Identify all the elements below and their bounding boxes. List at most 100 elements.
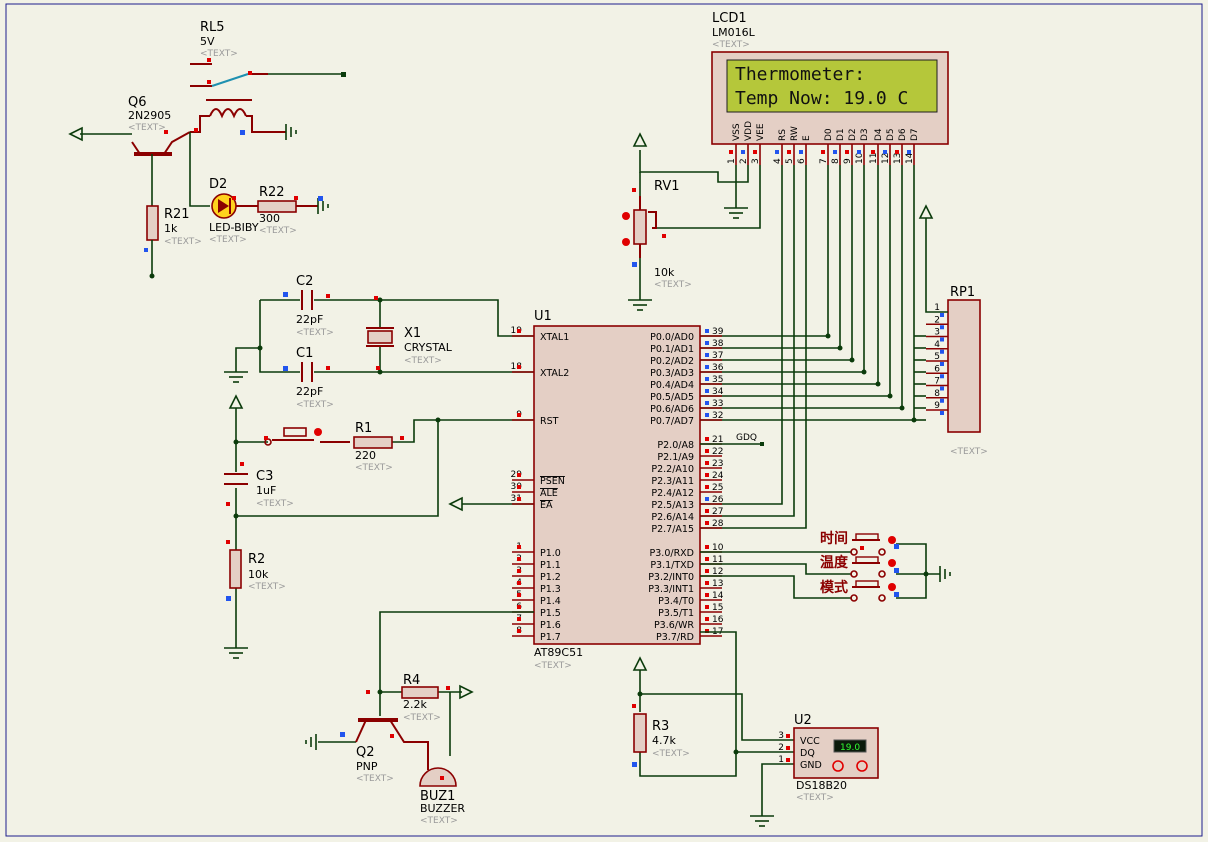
u1-pin-name: P3.3/INT1 <box>648 584 694 595</box>
pin-marker <box>517 545 521 549</box>
pin-marker <box>786 734 790 738</box>
capacitor-c3[interactable]: C3 1uF <TEXT> <box>224 469 294 509</box>
sensor-u2[interactable]: U2 DS18B20 <TEXT> 19.0 VCC 3 DQ 2 GND 1 <box>778 713 879 803</box>
lcd-pin-name: RS <box>778 129 788 141</box>
rp1-pin-number: 6 <box>934 364 940 374</box>
lcd-pin-name: E <box>802 135 812 141</box>
u1-pin-name: EA <box>540 500 553 511</box>
resistor-r4[interactable]: R4 2.2k <TEXT> <box>401 673 441 723</box>
resistor-r3[interactable]: R3 4.7k <TEXT> <box>633 713 690 759</box>
d2-text-tag: <TEXT> <box>209 235 247 245</box>
button-temp-label: 温度 <box>820 554 849 571</box>
resistor-r2[interactable]: R2 10k <TEXT> <box>229 549 286 592</box>
lcd-pin-number: 11 <box>869 153 879 164</box>
u1-pin-name: PSEN <box>540 476 565 487</box>
u1-text-tag: <TEXT> <box>534 661 572 671</box>
r21-text-tag: <TEXT> <box>164 237 202 247</box>
u1-pin-name: P1.3 <box>540 584 561 595</box>
pin-marker <box>786 746 790 750</box>
lcd-pin-name: D7 <box>910 128 920 141</box>
u1-pin-name: P2.1/A9 <box>657 452 694 463</box>
pin-marker <box>705 365 709 369</box>
rp1-pin-number: 3 <box>934 328 940 338</box>
lcd-pin-name: D6 <box>898 128 908 141</box>
rv1-value: 10k <box>654 266 675 279</box>
pin-marker <box>729 150 733 154</box>
lcd-line-2: Temp Now: 19.0 C <box>735 88 908 109</box>
pin-marker <box>940 411 944 415</box>
u1-pin-number: 22 <box>712 447 723 457</box>
pin-marker <box>821 150 825 154</box>
u1-right-pins: 39 P0.0/AD0 38 P0.1/AD1 37 P0.2/AD2 36 P0.3/AD3… <box>648 327 724 643</box>
pin-marker <box>799 150 803 154</box>
pin-marker <box>705 389 709 393</box>
lcd-module[interactable]: Thermometer: Temp Now: 19.0 C LCD1 LM016… <box>711 11 949 165</box>
rp1-pin-number: 7 <box>934 377 940 387</box>
pin-marker <box>907 150 911 154</box>
u1-pin-name: P1.5 <box>540 608 561 619</box>
q6-text-tag: <TEXT> <box>128 123 166 133</box>
capacitor-c1[interactable]: C1 22pF <TEXT> <box>296 346 334 410</box>
pin-marker <box>705 569 709 573</box>
u1-left-pins: 19XTAL118XTAL29RST29PSEN30ALE31EA1P1.02P… <box>511 326 570 643</box>
pin-marker <box>705 341 709 345</box>
r21-ref: R21 <box>164 207 190 222</box>
relay-text-tag: <TEXT> <box>200 49 238 59</box>
u1-pin-name: P3.4/T0 <box>658 596 694 607</box>
pin-marker <box>705 377 709 381</box>
u1-pin-name: P1.2 <box>540 572 561 583</box>
arrow-icon <box>448 496 463 512</box>
u1-pin-name: P3.0/RXD <box>650 548 694 559</box>
potentiometer-rv1[interactable]: RV1 10k <TEXT> <box>622 132 692 311</box>
rp1-pin-number: 8 <box>934 389 940 399</box>
lcd-line-1: Thermometer: <box>735 64 865 85</box>
resistor-r21[interactable]: R21 1k <TEXT> <box>146 205 202 279</box>
u1-pin-number: 38 <box>712 339 724 349</box>
pin-marker <box>705 485 709 489</box>
transistor-q2[interactable]: Q2 PNP <TEXT> <box>355 718 429 784</box>
pin-marker <box>940 362 944 366</box>
capacitor-c2[interactable]: C2 22pF <TEXT> <box>296 274 334 338</box>
u1-pin-number: 33 <box>712 399 723 409</box>
lcd-pin-name: VSS <box>732 123 742 141</box>
pin-marker <box>705 473 709 477</box>
relay-rl5[interactable]: RL5 5V <TEXT> <box>190 20 346 140</box>
lcd-pin-number: 1 <box>727 158 737 164</box>
c2-value: 22pF <box>296 313 323 326</box>
resistor-r22[interactable]: R22 300 <TEXT> <box>257 185 329 236</box>
lcd-pin-number: 8 <box>831 158 841 164</box>
c2-text-tag: <TEXT> <box>296 328 334 338</box>
resistor-pack-rp1[interactable]: RP1 <TEXT> 1 2 3 4 5 6 7 8 9 <box>914 204 988 457</box>
u1-pin-name: P3.1/TXD <box>650 560 694 571</box>
lcd-pin-name: D5 <box>886 128 896 141</box>
pin-marker <box>517 593 521 597</box>
u1-part: AT89C51 <box>534 646 583 659</box>
r3-ref: R3 <box>652 719 669 734</box>
reset-circuit <box>224 394 534 659</box>
u2-pin-name: GND <box>800 760 822 771</box>
pin-marker <box>775 150 779 154</box>
resistor-r1[interactable]: R1 220 <TEXT> <box>353 421 393 473</box>
lcd-pin-number: 12 <box>881 153 891 164</box>
mcu-u1[interactable]: U1 AT89C51 <TEXT> 19XTAL118XTAL29RST29PS… <box>511 309 724 671</box>
u1-pin-name: P3.6/WR <box>654 620 694 631</box>
pin-marker <box>705 605 709 609</box>
q2-part: PNP <box>356 760 378 773</box>
led-d2[interactable]: D2 LED-BIBY <TEXT> <box>209 177 259 245</box>
r1-text-tag: <TEXT> <box>355 463 393 473</box>
pin-marker <box>705 521 709 525</box>
pin-marker <box>517 617 521 621</box>
lcd-pin-name: D3 <box>860 128 870 141</box>
reset-button[interactable] <box>264 427 350 446</box>
transistor-q6[interactable]: Q6 2N2905 <TEXT> <box>68 95 210 207</box>
pin-marker <box>940 325 944 330</box>
r2-ref: R2 <box>248 552 265 567</box>
u1-pin-name: P2.7/A15 <box>651 524 694 535</box>
crystal-x1[interactable]: X1 CRYSTAL <TEXT> <box>366 326 453 366</box>
r1-value: 220 <box>355 449 376 462</box>
u1-pin-name: P1.1 <box>540 560 561 571</box>
pin-marker <box>517 569 521 573</box>
buz-text-tag: <TEXT> <box>420 816 458 826</box>
u1-pin-number: 24 <box>712 471 724 481</box>
r4-ref: R4 <box>403 673 420 688</box>
